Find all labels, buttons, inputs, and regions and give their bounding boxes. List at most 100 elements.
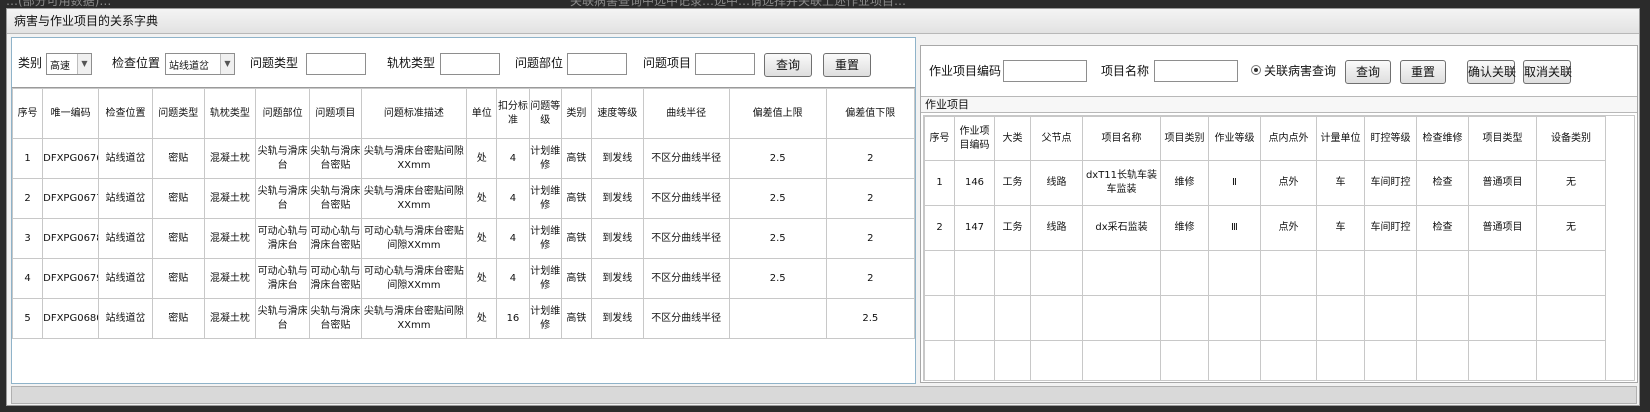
- column-header[interactable]: 设备类别: [1536, 116, 1606, 161]
- empty-cell: [1082, 250, 1161, 296]
- column-header[interactable]: 项目名称: [1082, 116, 1161, 161]
- table-cell: 混凝土枕: [203, 178, 257, 219]
- sleeper-type-input[interactable]: [440, 53, 500, 75]
- table-cell: 可动心轨与滑床台密贴间隙XXmm: [360, 218, 468, 259]
- column-header[interactable]: 检查位置: [98, 88, 153, 139]
- table-cell: 4: [496, 218, 530, 259]
- name-input[interactable]: [1154, 60, 1238, 82]
- table-cell: 2.5: [728, 138, 827, 179]
- column-header[interactable]: 速度等级: [590, 88, 644, 139]
- column-header[interactable]: 检查维修: [1416, 116, 1469, 161]
- column-header[interactable]: 曲线半径: [642, 88, 730, 139]
- table-cell: 147: [954, 205, 995, 251]
- column-header[interactable]: 点内点外: [1260, 116, 1317, 161]
- table-cell: 维修: [1160, 205, 1209, 251]
- empty-cell: [1364, 295, 1417, 341]
- table-cell: 工务: [994, 205, 1031, 251]
- work-query-button[interactable]: 查询: [1345, 60, 1391, 84]
- empty-cell: [1030, 295, 1083, 341]
- column-header[interactable]: 问题类型: [151, 88, 205, 139]
- defect-table-body: 1 DFXPG0676 站线道岔 密贴 混凝土枕 尖轨与滑床台 尖轨与滑床台密贴 尖轨与滑床台…: [11, 138, 916, 339]
- table-cell: DFXPG0678: [42, 218, 100, 259]
- table-cell: 计划维修: [528, 298, 562, 339]
- column-header[interactable]: 序号: [11, 88, 44, 139]
- column-header[interactable]: 唯一编码: [42, 88, 100, 139]
- cancel-link-button[interactable]: 取消关联: [1523, 60, 1572, 84]
- column-header[interactable]: 偏差值下限: [825, 88, 916, 139]
- empty-cell: [1416, 340, 1469, 380]
- empty-cell: [1364, 340, 1417, 380]
- defect-table: 序号 唯一编码 检查位置 问题类型 轨枕类型 问题部位 问题项目 问题标准描述 …: [11, 88, 916, 339]
- related-defect-radio[interactable]: [1251, 65, 1261, 75]
- position-select[interactable]: 站线道岔 ▼: [165, 53, 235, 75]
- work-item-panel: 作业项目编码 项目名称 关联病害查询 查询 重置 确认关联 取消关联 作业项目 …: [920, 45, 1638, 383]
- empty-cell: [1536, 340, 1606, 380]
- table-row[interactable]: 1 146 工务 线路 dxT11长轨车装车监装 维修 Ⅱ 点外车车间盯控 检查 普通项目无: [924, 160, 1606, 206]
- empty-cell: [1030, 340, 1083, 380]
- table-cell: 2.5: [825, 298, 916, 339]
- confirm-link-button[interactable]: 确认关联: [1467, 60, 1516, 84]
- table-row[interactable]: 2 147 工务 线路 dx采石监装 维修 Ⅲ 点外车车间盯控 检查 普通项目无: [924, 205, 1606, 251]
- empty-cell: [954, 340, 995, 380]
- column-header[interactable]: 问题标准描述: [360, 88, 468, 139]
- column-header[interactable]: 作业项目编码: [954, 116, 995, 161]
- table-cell: 尖轨与滑床台密贴间隙XXmm: [360, 178, 468, 219]
- column-header[interactable]: 项目类别: [1160, 116, 1209, 161]
- column-header[interactable]: 作业等级: [1208, 116, 1261, 161]
- column-header[interactable]: 项目类型: [1468, 116, 1537, 161]
- column-header[interactable]: 单位: [466, 88, 498, 139]
- table-row[interactable]: 3 DFXPG0678 站线道岔 密贴 混凝土枕 可动心轨与滑床台 可动心轨与滑床台密贴 可动…: [11, 218, 916, 259]
- table-cell: 可动心轨与滑床台密贴间隙XXmm: [360, 258, 468, 299]
- status-bar: [11, 386, 1637, 404]
- column-header[interactable]: 轨枕类型: [203, 88, 257, 139]
- table-cell: 点外: [1260, 205, 1317, 251]
- chevron-down-icon[interactable]: ▼: [220, 54, 234, 74]
- table-cell: DFXPG0676: [42, 138, 100, 179]
- column-header[interactable]: 序号: [924, 116, 955, 161]
- name-label: 项目名称: [1101, 64, 1150, 78]
- empty-cell: [924, 250, 955, 296]
- table-cell: 维修: [1160, 160, 1209, 206]
- column-header[interactable]: 问题项目: [309, 88, 362, 139]
- table-cell: 到发线: [590, 258, 644, 299]
- table-cell: 可动心轨与滑床台密贴: [309, 258, 362, 299]
- table-cell: 不区分曲线半径: [642, 298, 730, 339]
- issue-type-input[interactable]: [306, 53, 366, 75]
- column-header[interactable]: 问题等级: [528, 88, 562, 139]
- work-reset-button[interactable]: 重置: [1400, 60, 1446, 84]
- table-row[interactable]: 5 DFXPG0680 站线道岔 密贴 混凝土枕 尖轨与滑床台 尖轨与滑床台密贴 尖轨与滑床台…: [11, 298, 916, 339]
- table-cell: 站线道岔: [98, 218, 153, 259]
- defect-query-button[interactable]: 查询: [764, 53, 812, 77]
- defect-reset-button[interactable]: 重置: [823, 53, 871, 77]
- table-cell: 1: [11, 138, 44, 179]
- issue-part-input[interactable]: [567, 53, 627, 75]
- column-header[interactable]: 计量单位: [1316, 116, 1365, 161]
- code-input[interactable]: [1003, 60, 1087, 82]
- empty-cell: [1536, 295, 1606, 341]
- column-header[interactable]: 盯控等级: [1364, 116, 1417, 161]
- work-item-grid: 序号 作业项目编码 大类 父节点 项目名称 项目类别 作业等级 点内点外 计量单…: [923, 115, 1635, 381]
- table-row[interactable]: 4 DFXPG0679 站线道岔 密贴 混凝土枕 可动心轨与滑床台 可动心轨与滑床台密贴 可动…: [11, 258, 916, 299]
- column-header[interactable]: 扣分标准: [496, 88, 530, 139]
- empty-cell: [1082, 295, 1161, 341]
- dictionary-window: 病害与作业项目的关系字典 类别 高速 ▼ 检查位置 站线道岔 ▼ 问题类型 轨枕…: [6, 8, 1640, 406]
- empty-cell: [1416, 295, 1469, 341]
- column-header[interactable]: 大类: [994, 116, 1031, 161]
- table-cell: 不区分曲线半径: [642, 258, 730, 299]
- radio-label: 关联病害查询: [1264, 64, 1337, 78]
- column-header[interactable]: 问题部位: [255, 88, 311, 139]
- table-cell: 站线道岔: [98, 138, 153, 179]
- table-row[interactable]: 1 DFXPG0676 站线道岔 密贴 混凝土枕 尖轨与滑床台 尖轨与滑床台密贴 尖轨与滑床台…: [11, 138, 916, 179]
- defect-panel: 类别 高速 ▼ 检查位置 站线道岔 ▼ 问题类型 轨枕类型 问题部位 问题项目 …: [11, 37, 916, 384]
- empty-cell: [1316, 340, 1365, 380]
- chevron-down-icon[interactable]: ▼: [77, 54, 91, 74]
- column-header[interactable]: 类别: [560, 88, 592, 139]
- empty-cell: [1416, 250, 1469, 296]
- issue-item-input[interactable]: [695, 53, 755, 75]
- table-row[interactable]: 2 DFXPG0677 站线道岔 密贴 混凝土枕 尖轨与滑床台 尖轨与滑床台密贴 尖轨与滑床台…: [11, 178, 916, 219]
- column-header[interactable]: 偏差值上限: [728, 88, 827, 139]
- column-header[interactable]: 父节点: [1030, 116, 1083, 161]
- table-cell: 可动心轨与滑床台: [255, 218, 311, 259]
- category-select[interactable]: 高速 ▼: [46, 53, 92, 75]
- table-cell: 无: [1536, 160, 1606, 206]
